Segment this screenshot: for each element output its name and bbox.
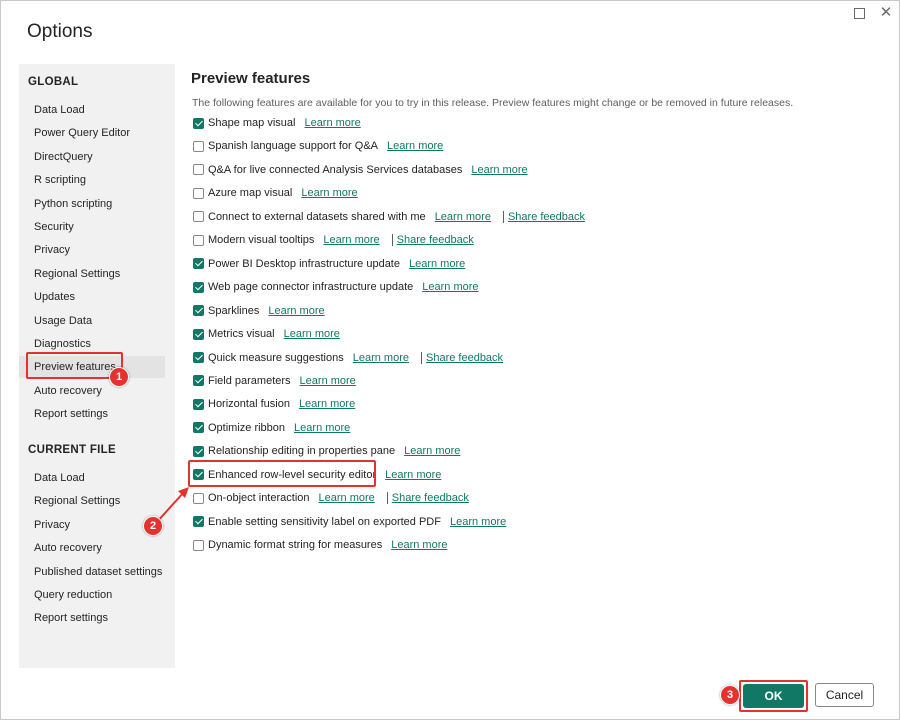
step-badge-2: 2 [143,516,163,536]
step-badge-3: 3 [720,685,740,705]
options-dialog: Options ✕ GLOBAL Data Load Power Query Ed… [0,0,900,720]
cancel-button[interactable]: Cancel [815,683,874,707]
ok-button[interactable]: OK [743,684,804,708]
annotation-arrow [155,487,189,524]
